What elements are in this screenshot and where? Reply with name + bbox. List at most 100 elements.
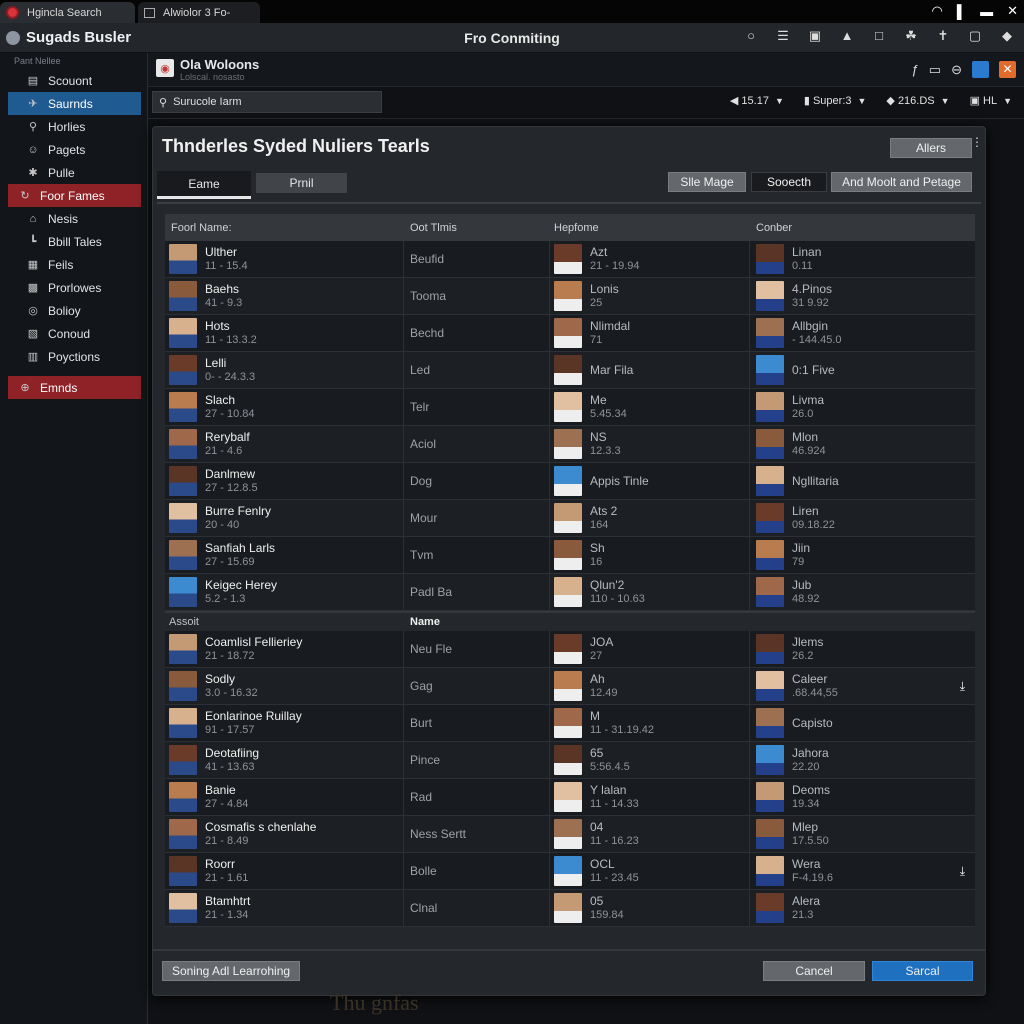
sidebar-item-label: Pulle xyxy=(48,165,75,180)
sidebar-item-poyctions[interactable]: ▥ Poyctions xyxy=(8,345,141,368)
sidebar-item-prorlowes[interactable]: ▩ Prorlowes xyxy=(8,276,141,299)
table-row[interactable]: Deotafiing 41 - 13.63 Pince 65 5:56.4.5 … xyxy=(165,742,975,779)
column-header[interactable]: Hepfome xyxy=(550,222,750,234)
pin-icon[interactable]: ✝ xyxy=(934,28,952,44)
sidebar-item-saurnds[interactable]: ✈ Saurnds xyxy=(8,92,141,115)
cancel-button[interactable]: Cancel xyxy=(763,961,865,981)
more-options-icon[interactable]: ⋮ xyxy=(971,135,983,149)
sidebar-item-feils[interactable]: ▦ Feils xyxy=(8,253,141,276)
sidebar-section-foor-fames[interactable]: ↻ Foor Fames xyxy=(8,184,141,207)
table-row[interactable]: Cosmafis s chenlahe 21 - 8.49 Ness Sertt… xyxy=(165,816,975,853)
sooecth-button[interactable]: Sooecth xyxy=(751,172,827,192)
image-icon[interactable]: □ xyxy=(870,28,888,44)
column-header[interactable]: Oot Tlmis xyxy=(404,222,550,234)
table-row[interactable]: Roorr 21 - 1.61 Bolle OCL 11 - 23.45 Wer… xyxy=(165,853,975,890)
minus-circle-icon[interactable]: ⊖ xyxy=(951,62,962,78)
orange-close-icon[interactable]: ✕ xyxy=(999,61,1016,78)
player-avatar xyxy=(756,318,784,348)
table-row[interactable]: Rerybalf 21 - 4.6 Aciol NS 12.3.3 Mlon 4… xyxy=(165,426,975,463)
player-name: Allbgin xyxy=(792,319,829,333)
table-row[interactable]: Sodly 3.0 - 16.32 Gag Ah 12.49 Caleer .6… xyxy=(165,668,975,705)
column-header[interactable]: Conber xyxy=(750,222,975,234)
table-row[interactable]: Hots 11 - 13.3.2 Bechd Nlimdal 71 Allbgi… xyxy=(165,315,975,352)
shield-icon[interactable]: ◆ xyxy=(998,28,1016,44)
user-icon: ☺ xyxy=(27,143,39,156)
search-input[interactable]: ⚲ Surucole Iarm xyxy=(152,91,382,113)
filter-volume-dropdown[interactable]: ◀ 15.17 ▼ xyxy=(730,94,784,107)
filter-diamond-dropdown[interactable]: ◆ 216.DS ▼ xyxy=(886,94,949,107)
table-row[interactable]: Lelli 0- - 24.3.3 Led Mar Fila 0:1 Five xyxy=(165,352,975,389)
table-row[interactable]: Btamhtrt 21 - 1.34 Clnal 05 159.84 Alera… xyxy=(165,890,975,927)
menu-icon[interactable]: ☰ xyxy=(774,28,792,44)
table-row[interactable]: Coamlisl Fellieriey 21 - 18.72 Neu Fle J… xyxy=(165,631,975,668)
table-row[interactable]: Keigec Herey 5.2 - 1.3 Padl Ba Qlun'2 11… xyxy=(165,574,975,611)
rect-icon[interactable]: ▭ xyxy=(929,62,941,78)
player-cell: Hots 11 - 13.3.2 xyxy=(165,315,404,351)
column-header[interactable]: Assoit xyxy=(165,616,404,628)
player-avatar xyxy=(169,244,197,274)
sidebar-item-bbill-tales[interactable]: ┗ Bbill Tales xyxy=(8,230,141,253)
and-moolt-button[interactable]: And Moolt and Petage xyxy=(831,172,972,192)
table-row[interactable]: Banie 27 - 4.84 Rad Y lalan 11 - 14.33 D… xyxy=(165,779,975,816)
table-row[interactable]: Ulther 11 - 15.4 Beufid Azt 21 - 19.94 L… xyxy=(165,241,975,278)
chevron-down-icon: ▼ xyxy=(1003,96,1012,106)
slle-mage-button[interactable]: Slle Mage xyxy=(668,172,746,192)
player-avatar xyxy=(554,244,582,274)
sidebar-item-label: Emnds xyxy=(40,380,78,395)
column-header[interactable]: Foorl Name: xyxy=(165,222,404,234)
player-stat: 21 - 1.61 xyxy=(205,872,249,884)
sidebar-item-horlies[interactable]: ⚲ Horlies xyxy=(8,115,141,138)
gamepad-icon[interactable]: ☘ xyxy=(902,28,920,44)
bell-icon[interactable]: ▲ xyxy=(838,28,856,44)
table-row[interactable]: Burre Fenlry 20 - 40 Mour Ats 2 164 Lire… xyxy=(165,500,975,537)
player-avatar xyxy=(554,466,582,496)
close-icon[interactable]: ✕ xyxy=(1007,3,1018,19)
player-avatar xyxy=(554,819,582,849)
filter-thumb-dropdown[interactable]: ▮ Super:3 ▼ xyxy=(804,94,867,107)
download-icon[interactable]: ⤓ xyxy=(960,864,965,879)
chart-icon[interactable]: ▢ xyxy=(966,28,984,44)
font-icon[interactable]: ƒ xyxy=(912,62,919,77)
sidebar-item-pagets[interactable]: ☺ Pagets xyxy=(8,138,141,161)
sidebar-item-conoud[interactable]: ▧ Conoud xyxy=(8,322,141,345)
sidebar-item-bolioy[interactable]: ◎ Bolioy xyxy=(8,299,141,322)
alters-button[interactable]: Allers xyxy=(890,138,972,158)
table-row[interactable]: Sanfiah Larls 27 - 15.69 Tvm Sh 16 Jiin … xyxy=(165,537,975,574)
confirm-button[interactable]: Sarcal xyxy=(872,961,973,981)
player-stat: 48.92 xyxy=(792,593,820,605)
learning-button[interactable]: Soning Adl Learrohing xyxy=(162,961,300,981)
thumb-icon: ▮ xyxy=(803,95,813,107)
gear-icon: ✱ xyxy=(28,167,38,179)
player2-cell: Y lalan 11 - 14.33 xyxy=(550,779,750,815)
player-avatar xyxy=(554,745,582,775)
team-cell: Burt xyxy=(404,705,550,741)
sidebar-item-scouont[interactable]: ▤ Scouont xyxy=(8,69,141,92)
calendar-icon: ▥ xyxy=(27,351,39,363)
browser-tab-second[interactable]: Alwiolor 3 Fo- xyxy=(138,2,260,23)
player-stat: 0.11 xyxy=(792,260,813,272)
sidebar-item-pulle[interactable]: ✱ Pulle xyxy=(8,161,141,184)
table-row[interactable]: Danlmew 27 - 12.8.5 Dog Appis Tinle Ngll… xyxy=(165,463,975,500)
sidebar-item-emnds[interactable]: ⊕ Emnds xyxy=(8,376,141,399)
player3-cell: Mlon 46.924 xyxy=(750,426,975,462)
player-cell: Banie 27 - 4.84 xyxy=(165,779,404,815)
blue-app-icon[interactable] xyxy=(972,61,989,78)
table-row[interactable]: Eonlarinoe Ruillay 91 - 17.57 Burt M 11 … xyxy=(165,705,975,742)
table-row[interactable]: Baehs 41 - 9.3 Tooma Lonis 25 4.Pinos 31… xyxy=(165,278,975,315)
screen-icon[interactable]: ▣ xyxy=(806,28,824,44)
player-avatar xyxy=(169,708,197,738)
filter-lock-dropdown[interactable]: ▣ HL ▼ xyxy=(970,94,1012,107)
download-icon[interactable]: ⤓ xyxy=(960,679,965,694)
tab-prnil[interactable]: Prnil xyxy=(256,173,347,193)
column-header[interactable]: Name xyxy=(404,616,550,628)
table-row[interactable]: Slach 27 - 10.84 Telr Me 5.45.34 Livma 2… xyxy=(165,389,975,426)
sidebar-item-nesis[interactable]: ⌂ Nesis xyxy=(8,207,141,230)
team-cell: Pince xyxy=(404,742,550,778)
tab-eame[interactable]: Eame xyxy=(157,171,251,199)
player-name: Baehs xyxy=(205,282,240,296)
circle-icon[interactable]: ○ xyxy=(742,28,760,44)
player-avatar xyxy=(169,392,197,422)
browser-tab-search[interactable]: Hgincla Search xyxy=(0,2,135,23)
window-icon xyxy=(144,7,155,18)
player-stat: 27 - 12.8.5 xyxy=(205,482,258,494)
